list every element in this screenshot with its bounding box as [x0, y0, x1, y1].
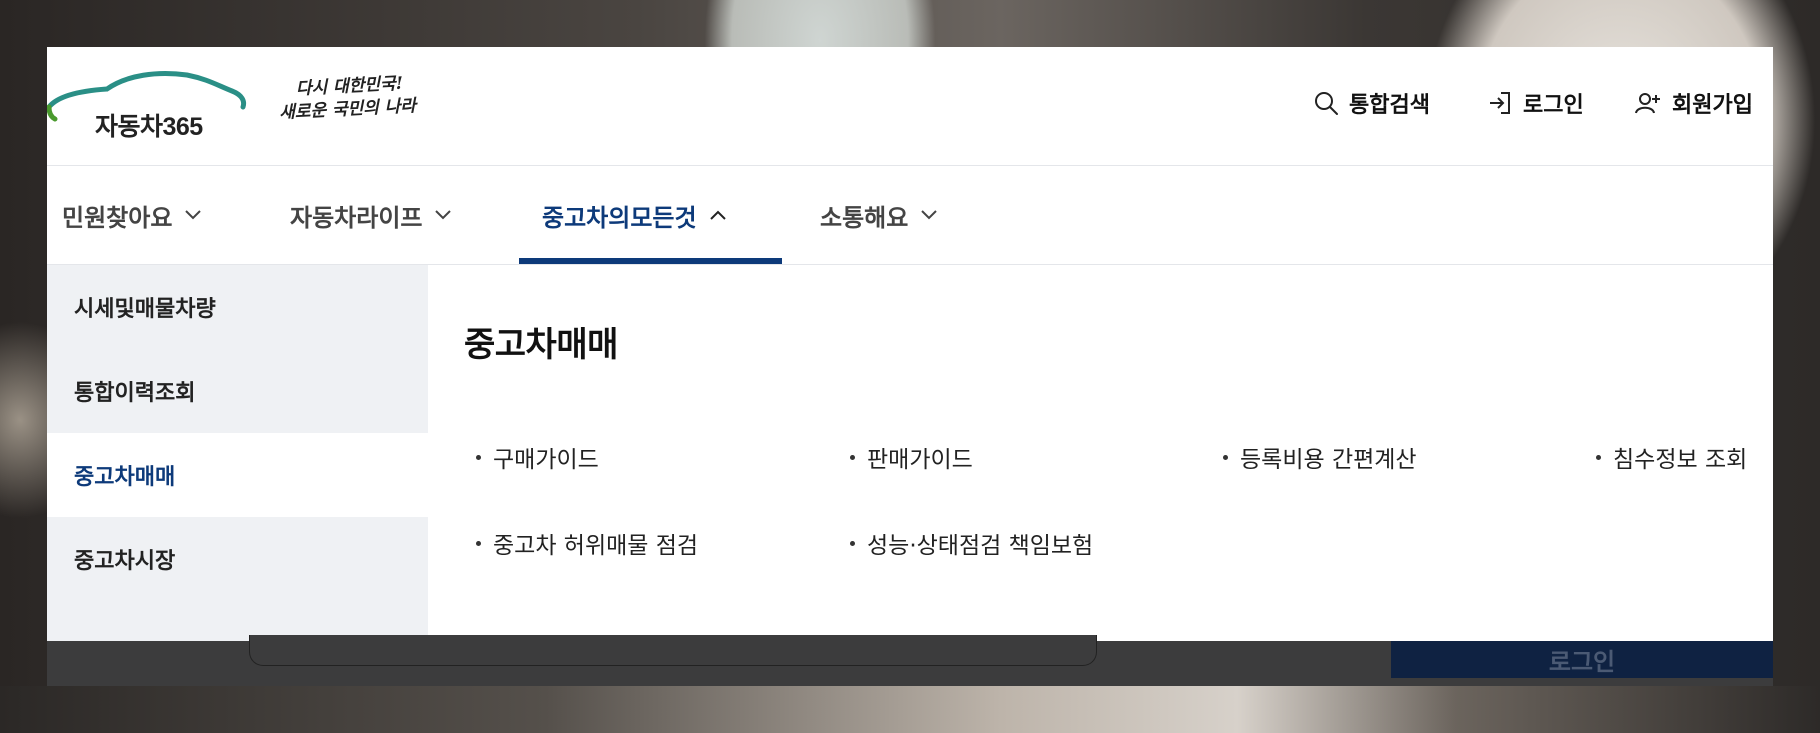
join-button[interactable]: 회원가입	[1634, 89, 1753, 118]
login-icon	[1490, 92, 1510, 114]
nav-item-label: 민원찾아요	[62, 203, 173, 232]
chevron-up-icon	[709, 210, 726, 220]
background-photo-bottom	[0, 686, 1820, 733]
bullet	[1596, 454, 1601, 460]
chevron-down-icon	[921, 210, 938, 220]
underlying-search-field	[249, 635, 1097, 666]
main-nav: 민원찾아요 자동차라이프 중고차의모든것 소통해요	[47, 166, 1773, 265]
link-fake-listing-check[interactable]: 중고차 허위매물 점검	[476, 526, 698, 560]
submenu-item-label: 중고차매매	[74, 465, 176, 490]
submenu-sidebar: 시세및매물차량 통합이력조회 중고차매매 중고차시장	[47, 265, 428, 641]
search-icon	[1315, 92, 1338, 115]
nav-item-car-life[interactable]: 자동차라이프	[290, 166, 452, 264]
link-label: 구매가이드	[493, 447, 599, 473]
active-nav-indicator	[519, 258, 782, 264]
link-sell-guide[interactable]: 판매가이드	[850, 440, 973, 474]
link-label: 등록비용 간편계산	[1240, 447, 1417, 473]
nav-item-label: 소통해요	[820, 203, 909, 232]
link-registration-cost[interactable]: 등록비용 간편계산	[1223, 440, 1417, 474]
nav-item-civil-service[interactable]: 민원찾아요	[62, 166, 202, 264]
link-inspection-insurance[interactable]: 성능·상태점검 책임보험	[850, 526, 1093, 560]
search-button[interactable]: 통합검색	[1313, 89, 1430, 118]
link-buy-guide[interactable]: 구매가이드	[476, 440, 599, 474]
submenu-item-market-price[interactable]: 시세및매물차량	[47, 265, 428, 349]
bullet	[850, 454, 855, 460]
nav-item-used-car[interactable]: 중고차의모든것	[542, 166, 727, 264]
nav-item-communication[interactable]: 소통해요	[820, 166, 938, 264]
user-add-icon	[1635, 93, 1660, 114]
logo-text: 자동차365	[95, 113, 203, 141]
bullet	[476, 454, 481, 460]
submenu-item-label: 통합이력조회	[74, 381, 196, 406]
bullet	[476, 540, 481, 546]
submenu-item-used-car-trade[interactable]: 중고차매매	[47, 433, 428, 517]
bullet	[1223, 454, 1228, 460]
login-label: 로그인	[1523, 93, 1584, 118]
chevron-down-icon	[185, 210, 202, 220]
content-title: 중고차매매	[464, 325, 618, 365]
underlying-page-strip: 로그인	[47, 635, 1773, 686]
submenu-item-history-lookup[interactable]: 통합이력조회	[47, 349, 428, 433]
slogan: 다시 대한민국! 새로운 국민의 나라	[277, 71, 440, 143]
chevron-down-icon	[435, 210, 452, 220]
link-label: 성능·상태점검 책임보험	[867, 533, 1094, 559]
mega-menu-panel: 자동차365 다시 대한민국! 새로운 국민의 나라 통합검색 로그인 회원가입…	[47, 47, 1773, 686]
link-label: 중고차 허위매물 점검	[493, 533, 699, 559]
underlying-login-label: 로그인	[1548, 648, 1616, 676]
site-logo[interactable]: 자동차365	[47, 67, 247, 157]
link-label: 침수정보 조회	[1613, 447, 1748, 473]
submenu-item-label: 시세및매물차량	[74, 297, 216, 322]
submenu-item-label: 중고차시장	[74, 549, 176, 574]
site-header: 자동차365 다시 대한민국! 새로운 국민의 나라 통합검색 로그인 회원가입	[47, 47, 1773, 166]
login-button[interactable]: 로그인	[1487, 89, 1584, 118]
link-flood-info[interactable]: 침수정보 조회	[1596, 440, 1747, 474]
nav-item-label: 중고차의모든것	[542, 203, 697, 232]
join-label: 회원가입	[1672, 93, 1753, 118]
bullet	[850, 540, 855, 546]
nav-item-label: 자동차라이프	[290, 203, 423, 232]
underlying-login-button: 로그인	[1391, 641, 1773, 678]
submenu-item-used-car-market[interactable]: 중고차시장	[47, 517, 428, 601]
link-label: 판매가이드	[867, 447, 973, 473]
search-label: 통합검색	[1349, 93, 1430, 118]
